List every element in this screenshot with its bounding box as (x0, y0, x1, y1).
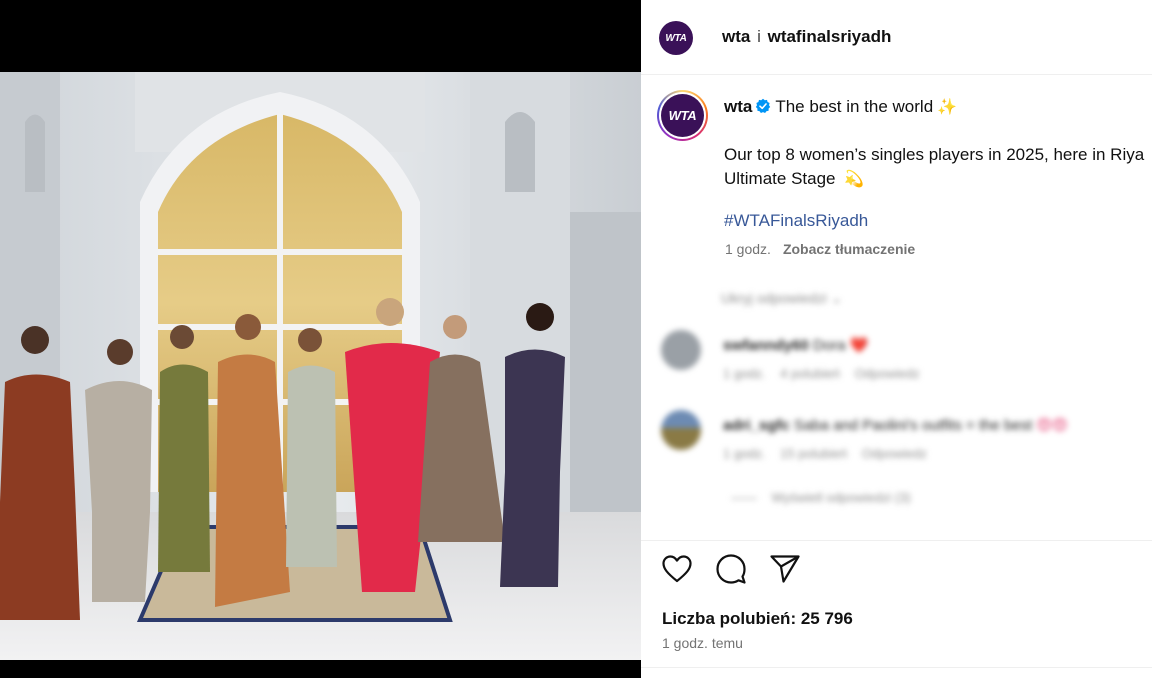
hide-replies-toggle[interactable]: Ukryj odpowiedzi ⌄ (721, 290, 842, 307)
replies-line-icon: —— (731, 490, 757, 505)
hide-replies-label: Ukryj odpowiedzi (721, 290, 827, 306)
comment-icon[interactable] (715, 553, 747, 585)
post-header: WTA wta i wtafinalsriyadh (641, 0, 1152, 75)
comment-reply-button[interactable]: Odpowiedz (862, 446, 927, 461)
comment-reply-button[interactable]: Odpowiedz (855, 366, 920, 381)
post-side-panel: WTA wta i wtafinalsriyadh WTA wta The be… (641, 0, 1152, 678)
sparkles-emoji: ✨ (937, 99, 958, 116)
actions-divider (641, 540, 1152, 541)
posted-time: 1 godz. temu (662, 635, 743, 651)
post-image (0, 72, 641, 660)
instagram-post-view: WTA wta i wtafinalsriyadh WTA wta The be… (0, 0, 1152, 678)
chevron-down-icon: ⌄ (830, 290, 843, 306)
caption-username[interactable]: wta (724, 97, 752, 116)
comment-time: 1 godz. (723, 366, 766, 381)
heart-emoji: ❤️ (849, 337, 869, 354)
verified-badge-icon (756, 98, 771, 113)
caption-body-line1: Our top 8 women’s singles players in 202… (724, 145, 1145, 164)
caption-headline-row: wta The best in the world ✨ (724, 97, 957, 117)
comment-username[interactable]: adri_sgfc (723, 417, 790, 434)
post-actions (661, 553, 801, 585)
caption-meta: 1 godz. Zobacz tłumaczenie (725, 241, 915, 257)
comment-avatar[interactable] (661, 330, 701, 370)
header-avatar[interactable]: WTA (659, 21, 693, 55)
caption-time[interactable]: 1 godz. (725, 241, 771, 257)
caption-body-line2-row: Ultimate Stage 💫 (724, 167, 1144, 192)
header-usernames: wta i wtafinalsriyadh (722, 27, 891, 47)
comment-text: Dora (813, 337, 846, 354)
header-username[interactable]: wta (722, 27, 750, 46)
bottom-divider (641, 667, 1152, 668)
likes-number: 25 796 (800, 609, 853, 628)
caption-body-line2: Ultimate Stage (724, 169, 836, 188)
caption-avatar-text: WTA (668, 108, 697, 123)
header-separator: i (757, 27, 761, 46)
header-collaborator[interactable]: wtafinalsriyadh (768, 27, 892, 46)
caption-body: Our top 8 women’s singles players in 202… (724, 143, 1144, 192)
comment-meta: 1 godz. 4 polubień Odpowiedz (723, 366, 920, 381)
share-icon[interactable] (769, 553, 801, 585)
comment-text-row: swfanndy60 Dora ❤️ (723, 336, 868, 354)
heart-icon[interactable] (661, 553, 693, 585)
caption-avatar-logo: WTA (661, 94, 704, 137)
caption-hashtag[interactable]: #WTAFinalsRiyadh (724, 211, 868, 231)
heart-eyes-emoji: 😍😍 (1036, 417, 1068, 434)
comment-text-row: adri_sgfc Saba and Paolini's outfits = t… (723, 416, 1068, 434)
caption-avatar-border: WTA (659, 92, 706, 139)
caption-avatar[interactable]: WTA (657, 90, 708, 141)
post-media-video[interactable] (0, 0, 641, 678)
likes-label: Liczba polubień: (662, 609, 797, 628)
avatar-logo-text: WTA (665, 32, 687, 44)
comment-avatar[interactable] (661, 410, 701, 450)
caption-headline: The best in the world (775, 97, 934, 116)
comment-username[interactable]: swfanndy60 (723, 337, 809, 354)
comment-likes[interactable]: 15 polubień (780, 446, 847, 461)
dizzy-emoji: 💫 (844, 171, 865, 188)
translate-link[interactable]: Zobacz tłumaczenie (783, 241, 915, 257)
likes-count[interactable]: Liczba polubień: 25 796 (662, 609, 853, 629)
comment-time: 1 godz. (723, 446, 766, 461)
comment-meta: 1 godz. 15 polubień Odpowiedz (723, 446, 927, 461)
view-replies-label: Wyświetl odpowiedzi (3) (771, 490, 911, 505)
comment-likes[interactable]: 4 polubień (780, 366, 840, 381)
comment-text: Saba and Paolini's outfits = the best (793, 417, 1033, 434)
view-replies-link[interactable]: —— Wyświetl odpowiedzi (3) (731, 490, 911, 505)
